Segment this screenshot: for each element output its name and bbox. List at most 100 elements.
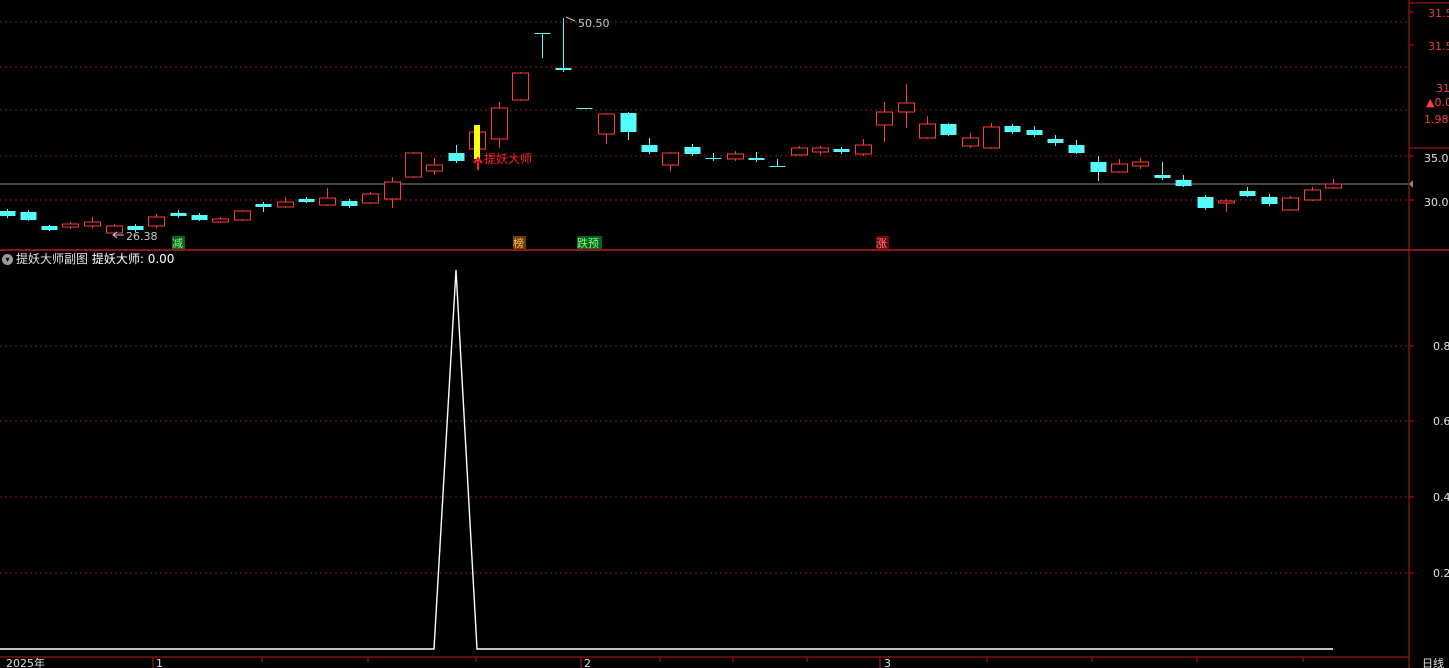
candle[interactable] xyxy=(170,210,187,218)
candle[interactable] xyxy=(1068,140,1085,154)
candle[interactable] xyxy=(1047,135,1064,146)
candle[interactable] xyxy=(255,202,272,212)
candle[interactable] xyxy=(277,197,294,208)
candle[interactable] xyxy=(384,177,401,208)
main-axis-tick: 35.0 xyxy=(1424,152,1449,165)
candle[interactable] xyxy=(555,18,572,72)
candle-body xyxy=(598,113,615,135)
sub-axis-tick: 0.2 xyxy=(1433,567,1449,580)
main-axis-labels: 31.5 31.5 31.0 ▲0.0 1.98 35.0 30.0 xyxy=(1424,7,1449,209)
candle[interactable] xyxy=(641,138,658,154)
candle[interactable] xyxy=(576,108,593,109)
candle[interactable] xyxy=(705,153,722,161)
candle[interactable] xyxy=(1132,158,1149,169)
candle[interactable] xyxy=(898,84,915,128)
signal-text: 提妖大师 xyxy=(484,151,532,166)
candle-body xyxy=(191,215,208,220)
period-label[interactable]: 日线 xyxy=(1422,656,1444,668)
candle[interactable] xyxy=(1239,187,1256,197)
candle[interactable] xyxy=(876,102,893,142)
candle[interactable] xyxy=(234,210,251,221)
candle[interactable] xyxy=(1304,187,1321,201)
candle[interactable] xyxy=(212,217,229,223)
candle-body xyxy=(898,102,915,113)
candle[interactable] xyxy=(0,209,16,218)
sub-axis-tick: 0.8 xyxy=(1433,340,1449,353)
low-price-label: 26.38 xyxy=(126,230,158,243)
candle[interactable] xyxy=(1325,179,1342,189)
candle[interactable] xyxy=(1154,162,1171,180)
stock-chart[interactable]: 31.5 31.5 31.0 ▲0.0 1.98 35.0 30.0 0.8 0… xyxy=(0,0,1449,668)
candle-body xyxy=(62,223,79,228)
candle[interactable] xyxy=(791,146,808,156)
candle[interactable] xyxy=(1218,199,1235,212)
candle[interactable] xyxy=(855,139,872,156)
candle[interactable] xyxy=(940,123,957,136)
candle-body xyxy=(940,124,957,135)
candle[interactable] xyxy=(1004,124,1021,134)
candle[interactable] xyxy=(769,159,786,167)
candle[interactable] xyxy=(1282,196,1299,211)
candle-body xyxy=(855,144,872,155)
candle[interactable] xyxy=(426,158,443,175)
candle[interactable] xyxy=(983,123,1000,149)
candle[interactable] xyxy=(20,210,37,221)
event-badges[interactable]: 减 榜 跌预 涨 xyxy=(172,236,889,250)
candle-body xyxy=(662,152,679,166)
candle[interactable] xyxy=(491,102,508,148)
candle-body xyxy=(833,149,850,152)
candle[interactable] xyxy=(662,152,679,171)
candle-body xyxy=(1111,163,1128,173)
candle-body xyxy=(812,147,829,153)
chevron-down-icon[interactable]: ▾ xyxy=(2,254,13,265)
candle[interactable] xyxy=(598,113,615,144)
badge-reduce-text: 减 xyxy=(172,237,183,250)
candle[interactable] xyxy=(148,214,165,228)
candle[interactable] xyxy=(1175,175,1192,187)
candle[interactable] xyxy=(962,133,979,148)
candle[interactable] xyxy=(620,112,637,140)
candle-body xyxy=(684,147,701,154)
candle[interactable] xyxy=(319,188,336,206)
candle[interactable] xyxy=(534,33,551,58)
candle[interactable] xyxy=(919,116,936,139)
main-axis-tick: 31.0 xyxy=(1436,82,1449,95)
indicator-title-bar[interactable]: ▾ 提妖大师副图 提妖大师: 0.00 xyxy=(2,251,174,267)
candle[interactable] xyxy=(512,72,529,101)
candle[interactable] xyxy=(1261,194,1278,206)
candle-body xyxy=(1132,161,1149,167)
candle[interactable] xyxy=(362,192,379,204)
candle[interactable] xyxy=(1111,159,1128,173)
candle-body xyxy=(1325,183,1342,189)
candle-body xyxy=(405,152,422,178)
candle-body xyxy=(1261,197,1278,204)
candle[interactable] xyxy=(833,147,850,154)
candle[interactable] xyxy=(1197,195,1214,210)
candle-body xyxy=(255,204,272,207)
candle[interactable] xyxy=(62,222,79,229)
main-axis-tick: 1.98 xyxy=(1424,113,1449,126)
candle[interactable] xyxy=(1090,156,1107,181)
candle[interactable] xyxy=(448,145,465,163)
candle[interactable] xyxy=(405,152,422,178)
candle[interactable] xyxy=(684,144,701,156)
candle[interactable] xyxy=(748,152,765,162)
candle-body xyxy=(1282,197,1299,211)
candle-body xyxy=(491,107,508,140)
candle-body xyxy=(84,221,101,227)
candlestick-series[interactable] xyxy=(0,18,1342,236)
candle[interactable] xyxy=(191,213,208,221)
main-axis-tick: 30.0 xyxy=(1424,196,1449,209)
candle[interactable] xyxy=(1026,126,1043,137)
candle[interactable] xyxy=(812,146,829,155)
candle[interactable] xyxy=(298,197,315,203)
candle[interactable] xyxy=(41,225,58,231)
candle-body xyxy=(962,137,979,147)
candle-body xyxy=(1218,200,1235,204)
candle[interactable] xyxy=(727,151,744,161)
signal-arrow-icon xyxy=(473,156,483,170)
candle[interactable] xyxy=(84,217,101,228)
candle-body xyxy=(705,158,722,159)
candle-body xyxy=(555,68,572,70)
signal-bar xyxy=(474,125,480,159)
